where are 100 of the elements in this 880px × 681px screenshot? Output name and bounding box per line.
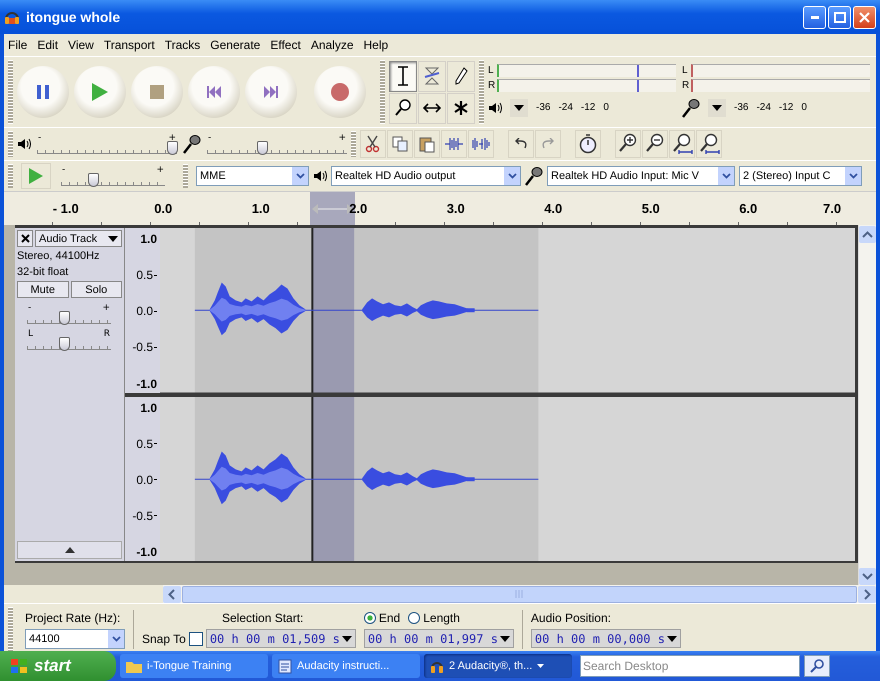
multi-tool-button[interactable] xyxy=(447,92,475,124)
copy-button[interactable] xyxy=(387,130,413,158)
close-track-button[interactable] xyxy=(17,230,33,247)
minimize-button[interactable] xyxy=(803,6,826,28)
track-menu-button[interactable]: Audio Track xyxy=(35,230,122,247)
chevron-down-icon xyxy=(112,636,120,642)
microphone-icon xyxy=(682,98,700,118)
ruler-label: 6.0 xyxy=(739,201,758,216)
close-button[interactable] xyxy=(853,6,876,28)
slider-thumb[interactable] xyxy=(58,311,70,325)
slider-max-label: + xyxy=(102,304,110,313)
grip-lines-icon xyxy=(514,590,524,598)
menu-item[interactable]: Transport xyxy=(104,38,155,52)
input-device-dropdown[interactable]: Realtek HD Audio Input: Mic V xyxy=(547,166,735,186)
caret-icon xyxy=(514,104,524,110)
solo-button[interactable]: Solo xyxy=(70,281,122,298)
slider-max-label: + xyxy=(168,134,176,143)
search-button[interactable] xyxy=(804,655,830,677)
toolbar-grip[interactable] xyxy=(183,164,188,188)
menu-item[interactable]: View xyxy=(68,38,94,52)
scroll-up-icon xyxy=(859,226,876,243)
menu-item[interactable]: Analyze xyxy=(310,38,354,52)
menu-item[interactable]: Tracks xyxy=(164,38,200,52)
search-field[interactable]: Search Desktop xyxy=(580,655,800,677)
sync-lock-button[interactable] xyxy=(575,130,601,158)
toolbar-grip[interactable] xyxy=(380,60,385,124)
toolbar-grip[interactable] xyxy=(8,164,13,188)
stop-icon xyxy=(150,85,164,99)
mute-button[interactable]: Mute xyxy=(17,281,68,298)
waveform-drawing[interactable] xyxy=(160,228,855,392)
project-rate-dropdown[interactable]: 44100 xyxy=(25,628,125,648)
track-info: Stereo, 44100Hz xyxy=(17,249,101,263)
zoom-out-button[interactable] xyxy=(642,130,668,158)
menu-item[interactable]: File xyxy=(8,38,28,52)
undo-button[interactable] xyxy=(508,130,534,158)
snap-to-checkbox[interactable] xyxy=(188,632,203,646)
fit-project-icon xyxy=(698,133,720,155)
slider-thumb[interactable] xyxy=(88,173,100,187)
taskbar-button[interactable]: 2 Audacity®, th... xyxy=(424,654,572,678)
silence-button[interactable] xyxy=(468,130,494,158)
meter-menu-button[interactable] xyxy=(708,98,726,116)
zoom-tool-button[interactable] xyxy=(389,92,417,124)
time-field[interactable]: 00 h 00 m 01,509 s xyxy=(206,629,356,648)
taskbar-button[interactable]: i-Tongue Training xyxy=(120,654,268,678)
meter-scale-label: -12 xyxy=(778,102,794,113)
toolbar-grip[interactable] xyxy=(351,131,356,157)
maximize-button[interactable] xyxy=(828,6,851,28)
chevron-down-icon xyxy=(722,173,730,179)
trim-button[interactable] xyxy=(441,130,467,158)
zoom-in-button[interactable] xyxy=(615,130,641,158)
copy-icon xyxy=(392,136,408,152)
menu-item[interactable]: Generate xyxy=(210,38,260,52)
timeline-ruler[interactable]: - 1.0 0.0 1.0 2.0 3.0 4.0 5.0 6.0 7.0 xyxy=(4,191,876,225)
menu-item[interactable]: Help xyxy=(364,38,388,52)
snap-to-label: Snap To xyxy=(142,632,186,646)
vertical-scrollbar[interactable] xyxy=(858,225,876,585)
amplitude-label: 0.5 xyxy=(136,436,157,451)
toolbar-grip[interactable] xyxy=(8,607,13,652)
slider-thumb[interactable] xyxy=(166,141,178,155)
time-field[interactable]: 00 h 00 m 00,000 s xyxy=(530,629,681,648)
input-channels-dropdown[interactable]: 2 (Stereo) Input C xyxy=(739,166,862,186)
slider-thumb[interactable] xyxy=(58,337,70,351)
audio-host-dropdown[interactable]: MME xyxy=(196,166,309,186)
chevron-down-icon xyxy=(296,173,304,179)
slider-min-label: L xyxy=(28,330,34,339)
fit-selection-button[interactable] xyxy=(669,130,695,158)
paste-button[interactable] xyxy=(414,130,440,158)
waveform-drawing[interactable] xyxy=(160,396,855,561)
toolbar-grip[interactable] xyxy=(8,131,13,157)
channel-label: L xyxy=(682,65,689,76)
scroll-down-icon xyxy=(859,568,876,585)
slider-thumb[interactable] xyxy=(257,141,268,155)
amplitude-label: 0.0 xyxy=(136,472,157,487)
draw-tool-button[interactable] xyxy=(447,60,475,92)
selection-tool-button[interactable] xyxy=(389,60,417,92)
fit-project-button[interactable] xyxy=(696,130,722,158)
taskbar-button[interactable]: Audacity instructi... xyxy=(272,654,420,678)
toolbar-grip[interactable] xyxy=(479,60,484,124)
redo-icon xyxy=(540,138,556,150)
ruler-label: 1.0 xyxy=(252,201,270,216)
play-icon xyxy=(29,168,43,184)
output-device-dropdown[interactable]: Realtek HD Audio output xyxy=(331,166,521,186)
end-mode-radio[interactable]: End xyxy=(364,611,400,625)
meter-scale-label: 0 xyxy=(603,102,609,113)
menu-item[interactable]: Effect xyxy=(270,38,301,52)
envelope-tool-button[interactable] xyxy=(418,60,446,92)
meter-menu-button[interactable] xyxy=(510,98,528,116)
cut-button[interactable] xyxy=(360,130,386,158)
end-mode-radio[interactable]: Length xyxy=(408,611,460,625)
toolbar-grip[interactable] xyxy=(8,60,13,124)
meter-scale-label: 0 xyxy=(801,102,807,113)
time-field[interactable]: 00 h 00 m 01,997 s xyxy=(364,629,514,648)
menu-item[interactable]: Edit xyxy=(37,38,58,52)
time-shift-tool-button[interactable] xyxy=(418,92,446,124)
double-arrow-icon xyxy=(423,103,441,113)
silence-icon xyxy=(471,136,491,152)
chevron-down-icon xyxy=(508,173,516,179)
scroll-left-icon xyxy=(163,586,181,602)
ruler-label: 3.0 xyxy=(446,201,465,216)
headphones-icon xyxy=(4,9,20,25)
